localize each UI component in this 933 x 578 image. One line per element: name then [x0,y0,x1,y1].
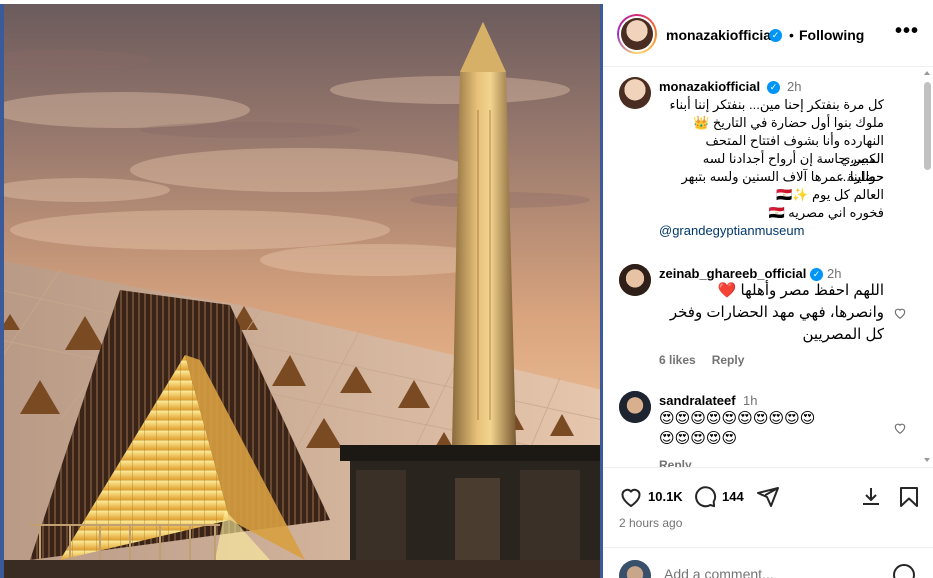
caption-line: فخوره اني مصريه 🇪🇬 [768,205,885,220]
more-icon[interactable]: ••• [895,21,919,41]
comment-count[interactable]: 144 [722,489,744,504]
comment-line: كل المصريين [802,326,884,343]
heart-icon[interactable] [893,306,907,320]
emoji-icon[interactable] [893,564,915,578]
comments-list[interactable]: monazakiofficial ✓ 2h كل مرة بنفتكر إحنا… [603,67,933,467]
comment-meta: 6 likes Reply [659,353,760,367]
add-comment-input[interactable] [664,566,874,578]
author-username[interactable]: monazakiofficial [666,27,775,43]
author-avatar[interactable] [617,14,657,54]
media-border-left [0,0,4,578]
comment-line: 😍😍😍😍😍😍😍😍😍😍 [659,410,816,427]
comment-time: 2h [827,266,842,281]
post-side-panel: monazakiofficial ✓ • Following ••• monaz… [603,0,933,578]
caption-line: حضارة عمرها آلاف السنين ولسه بتبهر [681,169,884,184]
caption-line: ملوك بنوا أول حضارة في التاريخ 👑 [693,115,884,130]
commenter-avatar[interactable] [619,264,651,296]
reply-button[interactable]: Reply [712,353,745,367]
caption-avatar[interactable] [619,77,651,109]
comment-time: 1h [743,393,758,408]
post-image[interactable] [0,0,603,578]
reply-button[interactable]: Reply [659,458,692,467]
verified-icon: ✓ [767,81,780,94]
post-time-ago: 2 hours ago [619,516,683,530]
post-header: monazakiofficial ✓ • Following ••• [603,0,933,67]
comment-line: اللهم احفظ مصر وأهلها ❤️ [717,282,884,299]
separator-dot: • [789,27,794,43]
comment-line: 😍😍😍😍😍 [659,430,738,447]
comment-icon[interactable] [693,485,717,509]
following-button[interactable]: Following [799,27,864,43]
heart-icon[interactable] [893,421,907,435]
media-border-top [0,0,603,4]
action-bar: 10.1K 144 2 hours ago [603,467,933,547]
scroll-down-arrow-icon[interactable] [924,458,930,462]
heart-icon[interactable] [619,485,643,509]
caption-time: 2h [787,79,802,94]
comment-username[interactable]: zeinab_ghareeb_official [659,266,806,281]
add-comment-bar [603,547,933,578]
caption-line: كل مرة بنفتكر إحنا مين... بنفتكر إننا أب… [669,97,884,112]
save-icon[interactable] [897,485,921,509]
museum-photo [0,0,603,578]
share-icon[interactable] [756,485,780,509]
commenter-avatar[interactable] [619,391,651,423]
comment-username[interactable]: sandralateef [659,393,736,408]
comment-likes[interactable]: 6 likes [659,353,696,367]
comment-meta: Reply [659,458,708,467]
mention-link[interactable]: @grandegyptianmuseum [659,223,804,238]
scroll-up-arrow-icon[interactable] [924,71,930,75]
verified-icon: ✓ [769,29,782,42]
like-count[interactable]: 10.1K [648,489,683,504]
caption-line: العالم كل يوم ✨🇪🇬 [775,187,884,202]
caption-username[interactable]: monazakiofficial [659,79,760,94]
current-user-avatar [619,560,651,578]
comment-line: وانصرها، فهي مهد الحضارات وفخر [669,304,884,321]
scrollbar-thumb[interactable] [924,82,931,170]
download-icon[interactable] [859,485,883,509]
